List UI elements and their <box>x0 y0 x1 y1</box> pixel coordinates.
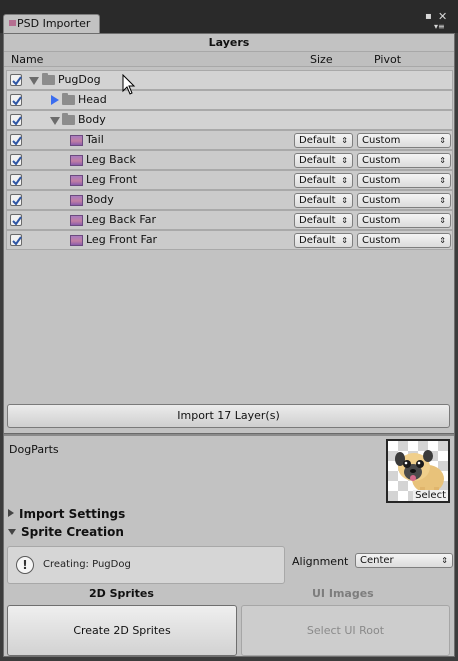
layer-checkbox[interactable] <box>10 214 22 226</box>
dropdown-arrows-icon: ⇕ <box>439 156 446 165</box>
dropdown-arrows-icon: ⇕ <box>441 556 448 565</box>
tab-psd-importer[interactable]: PSD Importer <box>3 14 100 33</box>
layer-row[interactable]: Body <box>6 110 453 130</box>
dropdown-arrows-icon: ⇕ <box>341 176 348 185</box>
layer-name: Head <box>78 93 107 106</box>
layer-row[interactable]: Body Default ⇕ Custom ⇕ <box>6 190 453 210</box>
alignment-dropdown[interactable]: Center ⇕ <box>355 553 453 568</box>
dropdown-arrows-icon: ⇕ <box>439 196 446 205</box>
psd-importer-panel: Layers Name Size Pivot PugDog Head Body <box>3 33 455 657</box>
dropdown-arrows-icon: ⇕ <box>341 216 348 225</box>
layer-name: Body <box>86 193 114 206</box>
layer-name: Leg Front <box>86 173 138 186</box>
image-layer-icon <box>70 235 83 246</box>
layer-checkbox[interactable] <box>10 134 22 146</box>
expand-arrow-icon[interactable] <box>29 77 39 85</box>
layer-row[interactable]: Leg Back Far Default ⇕ Custom ⇕ <box>6 210 453 230</box>
layer-checkbox[interactable] <box>10 154 22 166</box>
info-icon: ! <box>16 556 34 574</box>
column-size: Size <box>310 53 333 66</box>
layers-column-header: Name Size Pivot <box>4 51 454 67</box>
layer-row[interactable]: Leg Back Default ⇕ Custom ⇕ <box>6 150 453 170</box>
window-tab-bar: PSD Importer ▪ ✕ ▾≡ <box>0 0 458 33</box>
image-layer-icon <box>70 195 83 206</box>
dropdown-arrows-icon: ⇕ <box>341 236 348 245</box>
pivot-dropdown[interactable]: Custom ⇕ <box>357 193 451 208</box>
create-2d-sprites-button[interactable]: Create 2D Sprites <box>7 605 237 656</box>
column-pivot: Pivot <box>374 53 402 66</box>
folder-icon <box>42 73 55 85</box>
folder-icon <box>62 93 75 105</box>
pivot-dropdown[interactable]: Custom ⇕ <box>357 153 451 168</box>
size-dropdown[interactable]: Default ⇕ <box>294 213 353 228</box>
import-layers-button[interactable]: Import 17 Layer(s) <box>7 404 450 428</box>
dropdown-arrows-icon: ⇕ <box>341 136 348 145</box>
layer-row[interactable]: Leg Front Far Default ⇕ Custom ⇕ <box>6 230 453 250</box>
image-layer-icon <box>70 135 83 146</box>
layer-name: Body <box>78 113 106 126</box>
layer-checkbox[interactable] <box>10 74 22 86</box>
mouse-cursor-icon <box>122 74 136 95</box>
layer-name: Tail <box>86 133 104 146</box>
column-name: Name <box>11 53 44 66</box>
layer-row[interactable]: Head <box>6 90 453 110</box>
tab-ui-images[interactable]: UI Images <box>312 587 374 600</box>
asset-preview-thumbnail[interactable]: Select <box>386 439 450 503</box>
layer-name: Leg Back Far <box>86 213 156 226</box>
dropdown-arrows-icon: ⇕ <box>341 156 348 165</box>
layer-row[interactable]: PugDog <box>6 70 453 90</box>
help-message: Creating: PugDog <box>43 559 131 570</box>
folder-icon <box>62 113 75 125</box>
image-layer-icon <box>70 155 83 166</box>
foldout-label: Sprite Creation <box>21 525 124 539</box>
foldout-label: Import Settings <box>19 507 126 521</box>
dropdown-menu-icon[interactable]: ▾≡ <box>434 22 445 31</box>
layer-name: Leg Front Far <box>86 233 158 246</box>
layer-checkbox[interactable] <box>10 114 22 126</box>
size-dropdown[interactable]: Default ⇕ <box>294 233 353 248</box>
layer-name: Leg Back <box>86 153 136 166</box>
asset-name: DogParts <box>9 443 59 456</box>
tab-2d-sprites[interactable]: 2D Sprites <box>89 587 154 600</box>
size-dropdown[interactable]: Default ⇕ <box>294 193 353 208</box>
select-asset-label[interactable]: Select <box>413 490 448 501</box>
image-layer-icon <box>70 215 83 226</box>
dropdown-arrows-icon: ⇕ <box>341 196 348 205</box>
pivot-dropdown[interactable]: Custom ⇕ <box>357 213 451 228</box>
size-dropdown[interactable]: Default ⇕ <box>294 153 353 168</box>
layer-checkbox[interactable] <box>10 94 22 106</box>
dropdown-arrows-icon: ⇕ <box>439 236 446 245</box>
import-settings-foldout[interactable]: Import Settings <box>8 507 125 521</box>
layer-row[interactable]: Leg Front Default ⇕ Custom ⇕ <box>6 170 453 190</box>
info-help-box: ! Creating: PugDog <box>7 546 285 584</box>
dropdown-arrows-icon: ⇕ <box>439 176 446 185</box>
dropdown-arrows-icon: ⇕ <box>439 216 446 225</box>
maximize-icon[interactable]: ▪ <box>425 11 432 22</box>
splitter-handle[interactable] <box>4 433 454 436</box>
collapsed-arrow-icon <box>8 509 14 517</box>
size-dropdown[interactable]: Default ⇕ <box>294 133 353 148</box>
collapsed-arrow-icon[interactable] <box>51 95 59 105</box>
expand-arrow-icon[interactable] <box>50 117 60 125</box>
alignment-label: Alignment <box>292 555 349 568</box>
pivot-dropdown[interactable]: Custom ⇕ <box>357 233 451 248</box>
layer-checkbox[interactable] <box>10 174 22 186</box>
size-dropdown[interactable]: Default ⇕ <box>294 173 353 188</box>
layers-title: Layers <box>208 36 250 49</box>
window-icon <box>9 20 16 26</box>
dropdown-arrows-icon: ⇕ <box>439 136 446 145</box>
image-layer-icon <box>70 175 83 186</box>
expand-arrow-icon <box>8 529 16 535</box>
sprite-creation-foldout[interactable]: Sprite Creation <box>8 525 124 539</box>
layer-name: PugDog <box>58 73 101 86</box>
select-ui-root-button[interactable]: Select UI Root <box>241 605 450 656</box>
layer-checkbox[interactable] <box>10 194 22 206</box>
layer-row[interactable]: Tail Default ⇕ Custom ⇕ <box>6 130 453 150</box>
tab-label: PSD Importer <box>17 17 91 30</box>
layer-checkbox[interactable] <box>10 234 22 246</box>
pivot-dropdown[interactable]: Custom ⇕ <box>357 173 451 188</box>
pivot-dropdown[interactable]: Custom ⇕ <box>357 133 451 148</box>
